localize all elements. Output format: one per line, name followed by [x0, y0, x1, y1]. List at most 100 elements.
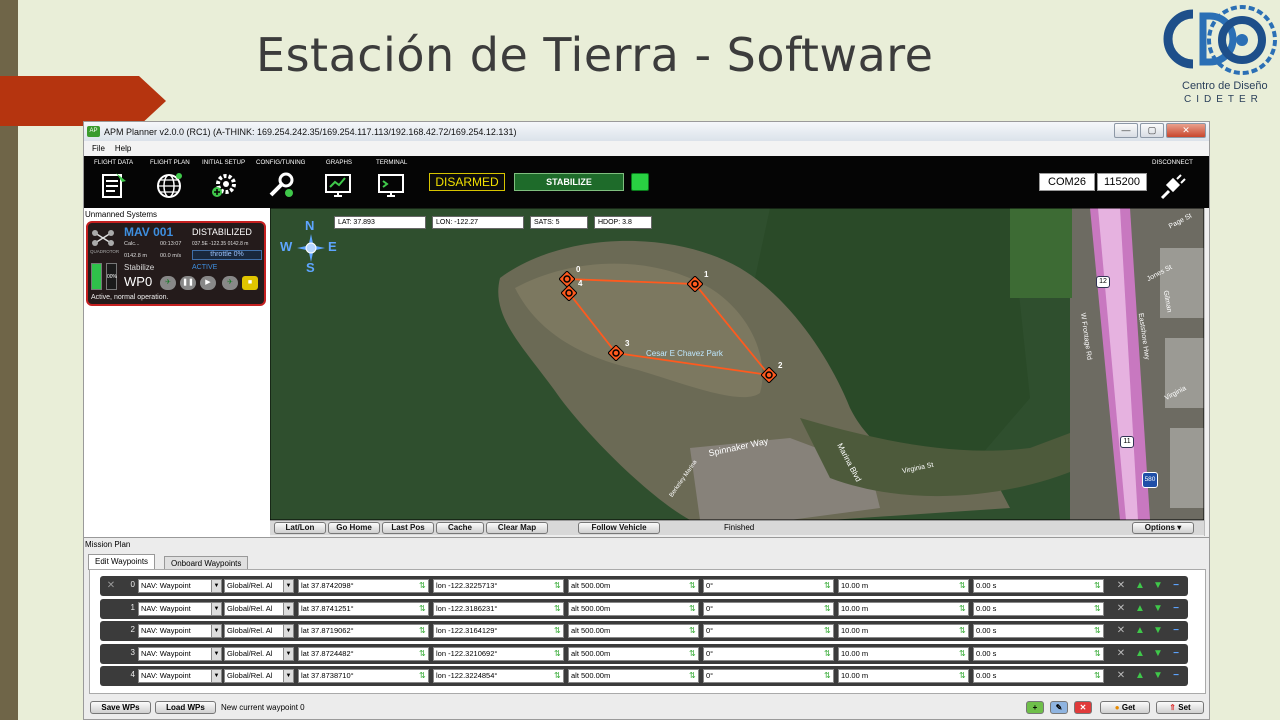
move-down-icon[interactable]: ▼ [1151, 602, 1165, 616]
follow-vehicle-button[interactable]: Follow Vehicle [578, 522, 660, 534]
land-button[interactable]: ✈ [222, 276, 238, 290]
move-up-icon[interactable]: ▲ [1133, 624, 1147, 638]
move-down-icon[interactable]: ▼ [1151, 669, 1165, 683]
collapse-row-icon[interactable]: − [1169, 669, 1183, 683]
row-checkbox[interactable] [104, 624, 118, 638]
waypoint-marker[interactable]: 3 [607, 339, 629, 362]
command-select[interactable]: NAV: Waypoint ▼ [138, 579, 222, 593]
takeoff-button[interactable]: ✈ [160, 276, 176, 290]
collapse-row-icon[interactable]: − [1169, 579, 1183, 593]
waypoint-row[interactable]: 4 NAV: Waypoint ▼ Global/Rel. Al ▼ lat 37.… [100, 666, 1188, 687]
flight-plan-button[interactable]: FLIGHT PLAN [150, 159, 190, 199]
heading-field[interactable]: 0° ⇅ [703, 624, 834, 639]
waypoint-row[interactable]: 1 NAV: Waypoint ▼ Global/Rel. Al ▼ lat 37.… [100, 598, 1188, 619]
radius-field[interactable]: 10.00 m ⇅ [838, 601, 969, 616]
graphs-button[interactable]: GRAPHS [324, 159, 354, 199]
latitude-field[interactable]: lat 37.8742098° ⇅ [298, 579, 429, 593]
add-waypoint-button[interactable]: + [1026, 701, 1044, 714]
move-down-icon[interactable]: ▼ [1151, 624, 1165, 638]
config-tuning-button[interactable]: CONFIG/TUNING [256, 159, 306, 199]
latlon-button[interactable]: Lat/Lon [274, 522, 326, 534]
frame-select[interactable]: Global/Rel. Al ▼ [224, 669, 294, 684]
save-wps-button[interactable]: Save WPs [90, 701, 151, 714]
delete-row-icon[interactable]: ✕ [1114, 602, 1128, 616]
radius-field[interactable]: 10.00 m ⇅ [838, 579, 969, 593]
close-button[interactable]: ✕ [1166, 123, 1206, 138]
collapse-row-icon[interactable]: − [1169, 624, 1183, 638]
row-checkbox[interactable]: ✕ [104, 579, 118, 593]
baud-rate-select[interactable]: 115200 [1097, 173, 1147, 191]
row-checkbox[interactable] [104, 602, 118, 616]
waypoint-marker[interactable]: 4 [560, 279, 582, 302]
satellite-map[interactable]: Cesar E Chavez Park Spinnaker Way Marina… [270, 208, 1204, 520]
command-select[interactable]: NAV: Waypoint ▼ [138, 624, 222, 639]
flight-data-button[interactable]: FLIGHT DATA [94, 159, 133, 199]
waypoint-row[interactable]: ✕ 0 NAV: Waypoint ▼ Global/Rel. Al ▼ lat 3… [100, 576, 1188, 596]
altitude-field[interactable]: alt 500.00m ⇅ [568, 579, 699, 593]
hold-time-field[interactable]: 0.00 s ⇅ [973, 624, 1104, 639]
delete-row-icon[interactable]: ✕ [1114, 579, 1128, 593]
waypoint-marker[interactable]: 2 [760, 361, 782, 384]
radius-field[interactable]: 10.00 m ⇅ [838, 669, 969, 684]
minimize-button[interactable]: — [1114, 123, 1138, 138]
latitude-field[interactable]: lat 37.8724482° ⇅ [298, 646, 429, 661]
delete-all-button[interactable]: ✕ [1074, 701, 1092, 714]
altitude-field[interactable]: alt 500.00m ⇅ [568, 646, 699, 661]
longitude-field[interactable]: lon -122.3225713° ⇅ [433, 579, 564, 593]
tab-edit-waypoints[interactable]: Edit Waypoints [88, 554, 156, 570]
longitude-field[interactable]: lon -122.3186231° ⇅ [433, 601, 564, 616]
delete-row-icon[interactable]: ✕ [1114, 669, 1128, 683]
waypoint-row[interactable]: 3 NAV: Waypoint ▼ Global/Rel. Al ▼ lat 37.… [100, 643, 1188, 664]
altitude-field[interactable]: alt 500.00m ⇅ [568, 601, 699, 616]
waypoint-row[interactable]: 2 NAV: Waypoint ▼ Global/Rel. Al ▼ lat 37.… [100, 621, 1188, 642]
longitude-field[interactable]: lon -122.3210692° ⇅ [433, 646, 564, 661]
waypoint-marker[interactable]: 1 [686, 270, 708, 293]
options-dropdown[interactable]: Options ▾ [1132, 522, 1194, 534]
get-button[interactable]: ● Get [1100, 701, 1150, 714]
cache-button[interactable]: Cache [436, 522, 484, 534]
frame-select[interactable]: Global/Rel. Al ▼ [224, 646, 294, 661]
row-checkbox[interactable] [104, 669, 118, 683]
row-checkbox[interactable] [104, 647, 118, 661]
longitude-field[interactable]: lon -122.3224854° ⇅ [433, 669, 564, 684]
collapse-row-icon[interactable]: − [1169, 647, 1183, 661]
heading-field[interactable]: 0° ⇅ [703, 579, 834, 593]
hold-time-field[interactable]: 0.00 s ⇅ [973, 579, 1104, 593]
hold-time-field[interactable]: 0.00 s ⇅ [973, 646, 1104, 661]
set-button[interactable]: ⇑ Set [1156, 701, 1204, 714]
heading-field[interactable]: 0° ⇅ [703, 646, 834, 661]
move-up-icon[interactable]: ▲ [1133, 579, 1147, 593]
delete-row-icon[interactable]: ✕ [1114, 647, 1128, 661]
altitude-field[interactable]: alt 500.00m ⇅ [568, 624, 699, 639]
move-down-icon[interactable]: ▼ [1151, 579, 1165, 593]
com-port-select[interactable]: COM26 [1039, 173, 1095, 191]
last-pos-button[interactable]: Last Pos [382, 522, 434, 534]
radius-field[interactable]: 10.00 m ⇅ [838, 624, 969, 639]
altitude-field[interactable]: alt 500.00m ⇅ [568, 669, 699, 684]
collapse-row-icon[interactable]: − [1169, 602, 1183, 616]
latitude-field[interactable]: lat 37.8719062° ⇅ [298, 624, 429, 639]
latitude-field[interactable]: lat 37.8738710° ⇅ [298, 669, 429, 684]
hold-time-field[interactable]: 0.00 s ⇅ [973, 669, 1104, 684]
latitude-field[interactable]: lat 37.8741251° ⇅ [298, 601, 429, 616]
radius-field[interactable]: 10.00 m ⇅ [838, 646, 969, 661]
load-wps-button[interactable]: Load WPs [155, 701, 216, 714]
command-select[interactable]: NAV: Waypoint ▼ [138, 669, 222, 684]
initial-setup-button[interactable]: INITIAL SETUP [202, 159, 245, 199]
play-button[interactable]: ▶ [200, 276, 216, 290]
command-select[interactable]: NAV: Waypoint ▼ [138, 601, 222, 616]
move-up-icon[interactable]: ▲ [1133, 669, 1147, 683]
flight-mode-indicator[interactable]: STABILIZE [514, 173, 624, 191]
command-select[interactable]: NAV: Waypoint ▼ [138, 646, 222, 661]
frame-select[interactable]: Global/Rel. Al ▼ [224, 601, 294, 616]
move-down-icon[interactable]: ▼ [1151, 647, 1165, 661]
terminal-button[interactable]: TERMINAL [376, 159, 407, 199]
edit-waypoint-button[interactable]: ✎ [1050, 701, 1068, 714]
pause-button[interactable]: ❚❚ [180, 276, 196, 290]
menu-help[interactable]: Help [115, 144, 131, 153]
frame-select[interactable]: Global/Rel. Al ▼ [224, 579, 294, 593]
hold-time-field[interactable]: 0.00 s ⇅ [973, 601, 1104, 616]
maximize-button[interactable]: ▢ [1140, 123, 1164, 138]
heading-field[interactable]: 0° ⇅ [703, 601, 834, 616]
clear-map-button[interactable]: Clear Map [486, 522, 548, 534]
